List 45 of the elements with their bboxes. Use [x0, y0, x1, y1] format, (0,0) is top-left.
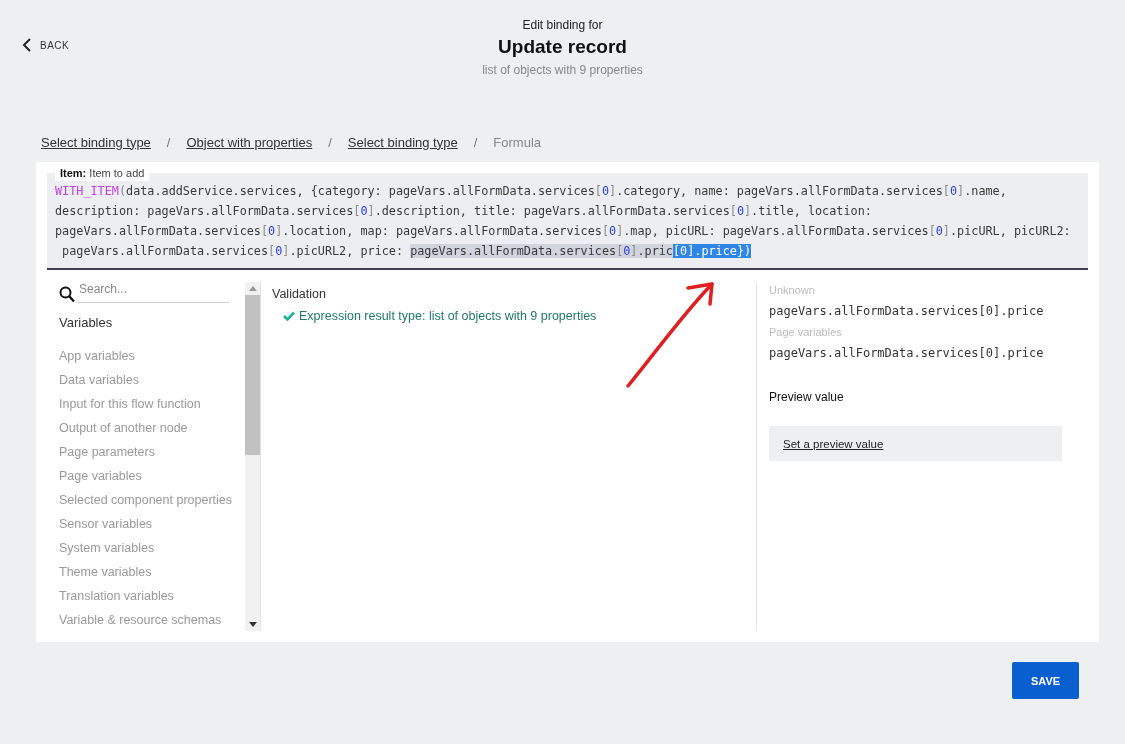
preview-link[interactable]: Set a preview value: [783, 437, 884, 450]
search-field[interactable]: Search...: [77, 282, 229, 303]
scroll-down-icon: [248, 622, 257, 627]
sidebar-item[interactable]: Theme variables: [59, 560, 245, 584]
group-heading: Page variables: [769, 326, 843, 338]
breadcrumb-link[interactable]: Select binding type: [41, 134, 151, 150]
scroll-up-icon: [248, 286, 257, 291]
sidebar-item[interactable]: App variables: [59, 344, 245, 368]
breadcrumb-current: Formula: [493, 134, 541, 150]
group-heading: Unknown: [769, 284, 816, 296]
validation-message: Expression result type: list of objects with 9 properties: [299, 309, 597, 323]
sidebar-item[interactable]: Variable & resource schemas: [59, 608, 245, 632]
sidebar-item[interactable]: Sensor variables: [59, 512, 245, 536]
variable-path: pageVars.allFormData.services[0].price: [769, 304, 1045, 318]
sidebar-item[interactable]: Page parameters: [59, 440, 245, 464]
code-line: description: pageVars.allFormData.services[0].description, title: pageVars.allFormData.services[0].title, location:: [55, 203, 873, 220]
header-description: list of objects with 9 properties: [482, 63, 643, 77]
sidebar-item[interactable]: Input for this flow function: [59, 392, 245, 416]
breadcrumb-link[interactable]: Object with properties: [186, 134, 313, 150]
chevron-left-icon: [22, 38, 32, 52]
sidebar-item[interactable]: Selected component properties: [59, 488, 245, 512]
validation-heading: Validation: [272, 287, 327, 301]
code-line: WITH_ITEM(data.addService.services, {category: pageVars.allFormData.services[0].category, name: pageVars.allFormData.services[0].name,: [55, 183, 1008, 200]
sidebar-item[interactable]: Data variables: [59, 368, 245, 392]
sidebar-item[interactable]: System variables: [59, 536, 245, 560]
breadcrumb-link[interactable]: Select binding type: [347, 134, 458, 150]
save-button[interactable]: SAVE: [1012, 662, 1079, 699]
breadcrumb-separator: /: [328, 134, 332, 150]
preview-heading: Preview value: [769, 390, 845, 404]
search-icon: [59, 286, 75, 303]
header-subtitle: Edit binding for: [522, 18, 603, 32]
scrollbar[interactable]: [245, 282, 260, 631]
sidebar-item[interactable]: Output of another node: [59, 416, 245, 440]
checkmark-icon: [283, 311, 295, 321]
variable-path: pageVars.allFormData.services[0].price: [769, 346, 1045, 360]
sidebar-item[interactable]: Translation variables: [59, 584, 245, 608]
editor-label: Item: Item to add: [55, 166, 150, 181]
back-button[interactable]: BACK: [22, 38, 70, 52]
page-title: Update record: [498, 36, 627, 58]
code-line: pageVars.allFormData.services[0].picURL2, price: pageVars.allFormData.services[0].pric[0].price}): [61, 243, 753, 260]
breadcrumb-separator: /: [473, 134, 478, 150]
breadcrumb-separator: /: [166, 134, 171, 150]
sidebar-item[interactable]: Page variables: [59, 464, 245, 488]
code-line: pageVars.allFormData.services[0].location, map: pageVars.allFormData.services[0].map, picURL: pageVars.allFormData.services[0].picURL, picURL2:: [55, 223, 1072, 240]
sidebar-heading: Variables: [59, 315, 114, 330]
